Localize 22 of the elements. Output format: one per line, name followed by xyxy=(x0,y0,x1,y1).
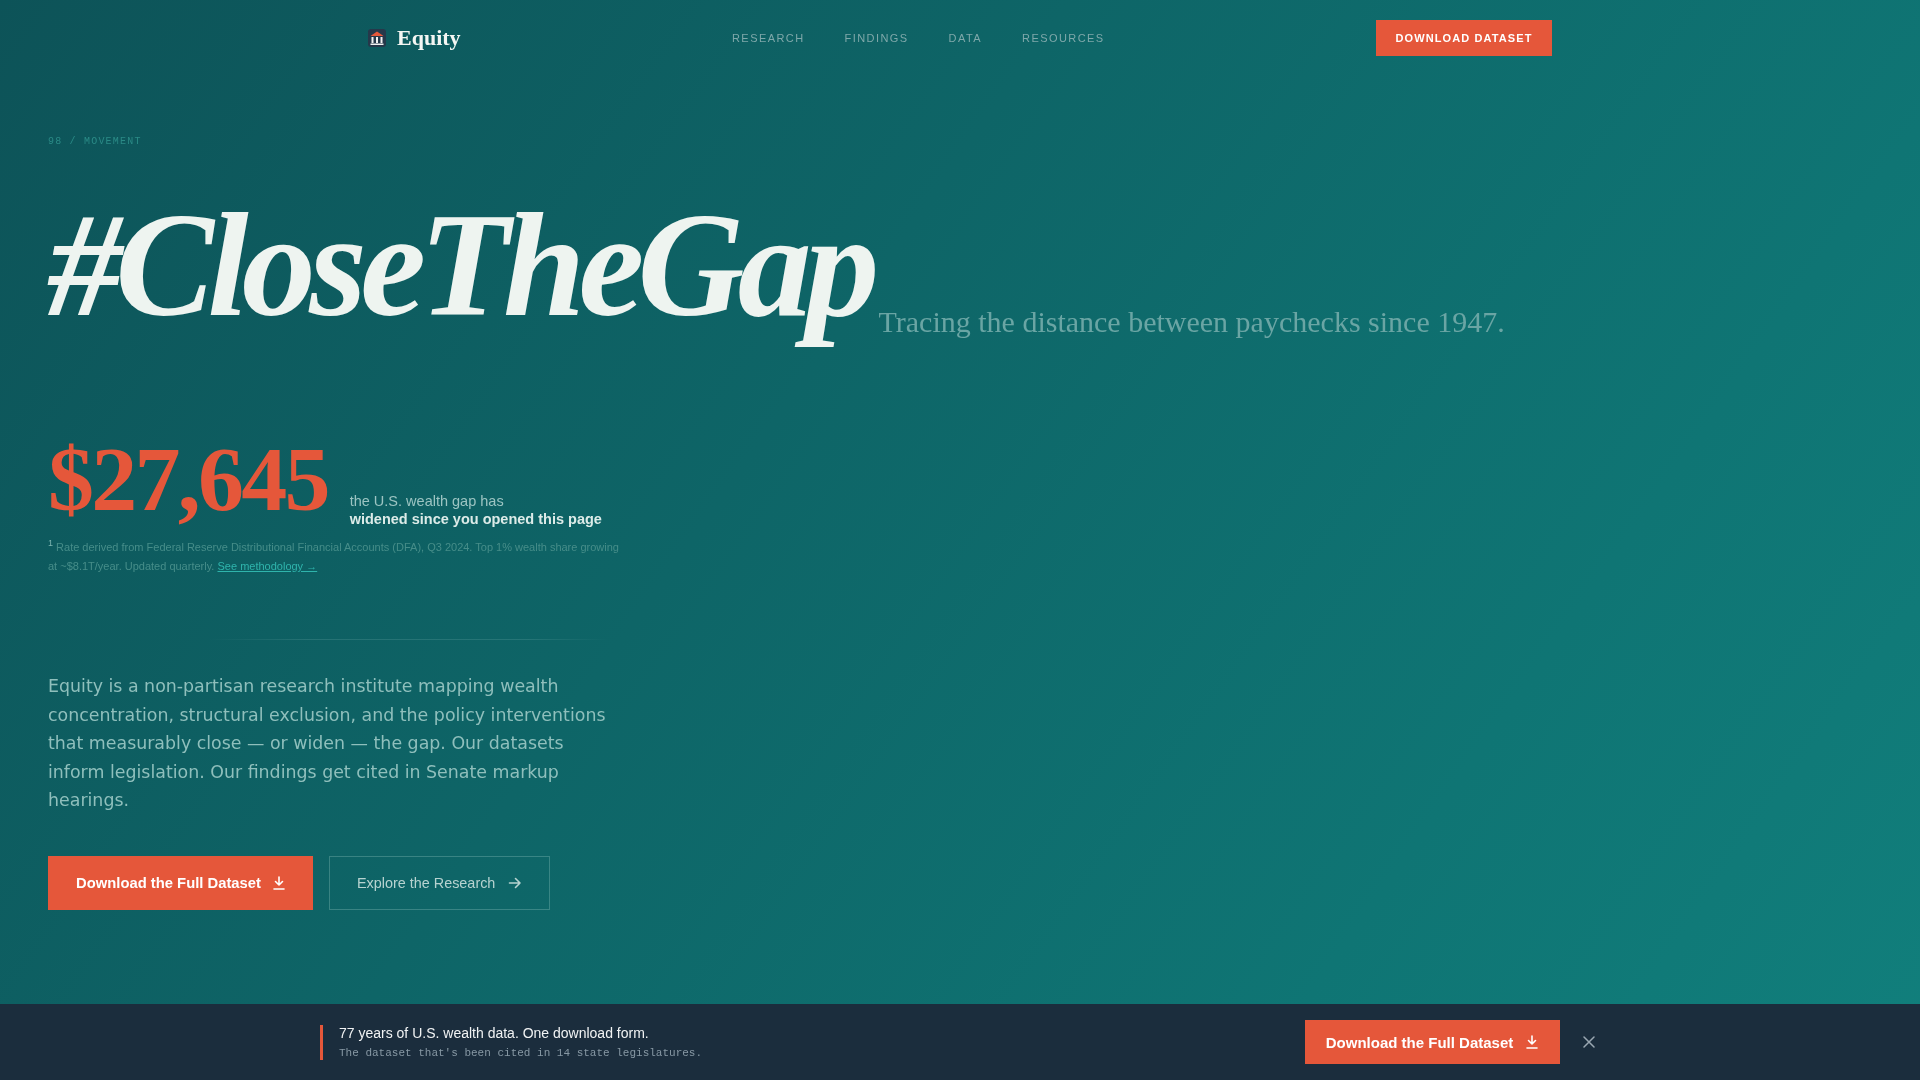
banner-title: 77 years of U.S. wealth data. One download form. xyxy=(339,1024,649,1042)
nav-link[interactable]: FINDINGS xyxy=(844,32,909,44)
download-button[interactable]: Download the Full Dataset xyxy=(1305,1020,1560,1064)
nav-link[interactable]: RESOURCES xyxy=(1022,32,1105,44)
nav-link[interactable]: RESEARCH xyxy=(732,32,805,44)
banner-subtitle: The dataset that's been cited in 14 state legislatures. xyxy=(339,1045,703,1060)
brand-link[interactable]: Equity xyxy=(368,25,461,51)
download-icon xyxy=(1525,1035,1540,1049)
download-dataset-button[interactable]: DOWNLOAD DATASET xyxy=(1376,20,1552,56)
arrow-right-icon xyxy=(508,875,523,890)
close-icon xyxy=(1583,1036,1595,1048)
nav-link[interactable]: DATA xyxy=(948,32,982,44)
intro-paragraph: Equity is a non-partisan research institute mapping wealth concentration, structural exclusion, and the policy interventions that measurably close — or widen — the gap. Our datasets inform legislation. Our findings get cited in Senate markup hearings. xyxy=(48,675,607,812)
stat-value: $27,645 xyxy=(48,433,328,525)
stat-caption: the U.S. wealth gap has widened since you opened this page xyxy=(349,492,602,528)
building-icon xyxy=(368,29,386,47)
methodology-link[interactable]: See methodology → xyxy=(217,560,318,572)
tagline: Tracing the distance between paychecks since 1947. xyxy=(878,304,1505,340)
explore-button[interactable]: Explore the Research xyxy=(329,855,551,910)
headline: #CloseTheGap xyxy=(48,182,874,349)
download-button[interactable]: Download the Full Dataset xyxy=(48,855,313,910)
download-icon xyxy=(272,875,286,890)
